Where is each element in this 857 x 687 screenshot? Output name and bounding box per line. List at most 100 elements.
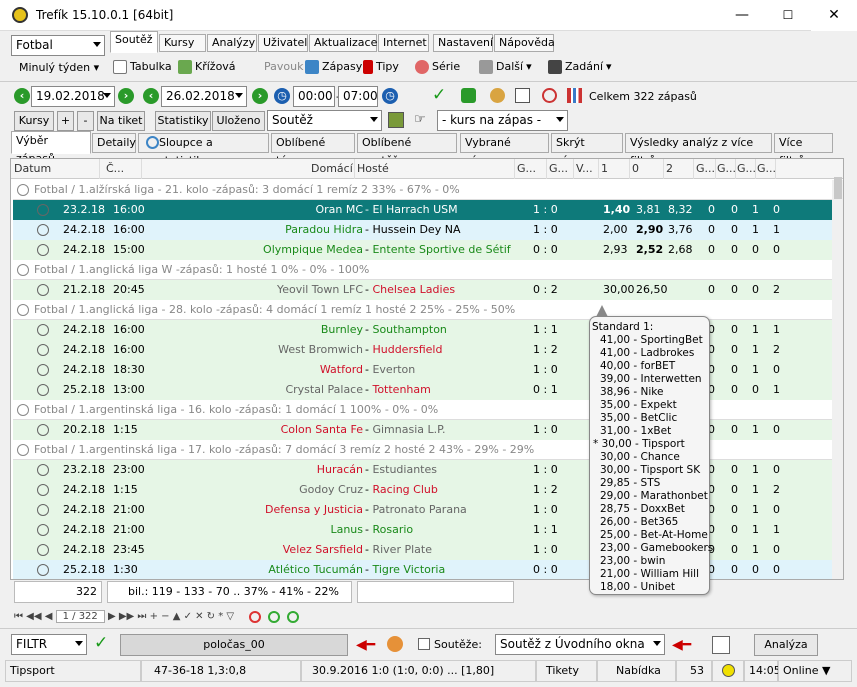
collapse-icon[interactable]: [17, 304, 29, 316]
arrow-circle-icon[interactable]: [37, 244, 49, 256]
ulozeno-button[interactable]: Uloženo: [212, 111, 265, 131]
group-row[interactable]: Fotbal / 1.anglická liga W -zápasů: 1 ho…: [13, 260, 833, 280]
time-from-field[interactable]: 00:00: [293, 86, 335, 107]
arrow-circle-icon[interactable]: [37, 464, 49, 476]
menu-tab-7[interactable]: Nápověda: [494, 34, 555, 52]
date-to-field[interactable]: 26.02.2018: [161, 86, 247, 107]
arrow-circle-icon[interactable]: [37, 224, 49, 236]
group-row[interactable]: Fotbal / 1.argentinská liga - 16. kolo -…: [13, 400, 833, 420]
arrow-circle-icon[interactable]: [37, 364, 49, 376]
view-tab-8[interactable]: Více filtrů: [774, 133, 833, 167]
match-row[interactable]: 24.2.18 15:00 Olympique Medea - Entente Spo…: [13, 240, 833, 260]
arrow-circle-icon[interactable]: [37, 484, 49, 496]
kursy-button[interactable]: Kursy: [14, 111, 54, 131]
col-g2[interactable]: G...: [549, 162, 568, 175]
prev-date-icon[interactable]: ‹: [14, 88, 30, 104]
souteze-checkbox[interactable]: [418, 638, 430, 650]
col-g6[interactable]: G...: [757, 162, 776, 175]
status-nabidka[interactable]: Nabídka: [597, 660, 676, 682]
apply-check-icon[interactable]: ✓: [94, 633, 108, 653]
maximize-button[interactable]: ☐: [765, 0, 811, 31]
group-row[interactable]: Fotbal / 1.argentinská liga - 17. kolo -…: [13, 440, 833, 460]
match-row[interactable]: 24.2.18 1:15 Godoy Cruz - Racing Club 1 : 2 0…: [13, 480, 833, 500]
plus-button[interactable]: +: [57, 111, 74, 131]
match-row[interactable]: 21.2.18 20:45 Yeovil Town LFC - Chelsea Lad…: [13, 280, 833, 300]
match-row[interactable]: 23.2.18 23:00 Huracán - Estudiantes 1 : 0 0 0 1…: [13, 460, 833, 480]
arrow-circle-icon[interactable]: [37, 284, 49, 296]
match-row[interactable]: 24.2.18 21:00 Defensa y Justicia - Patronat…: [13, 500, 833, 520]
time-toggle-icon[interactable]: ◷: [274, 88, 290, 104]
krizova-button[interactable]: Křížová: [178, 57, 236, 77]
arrow-circle-icon[interactable]: [37, 344, 49, 356]
view-tab-3[interactable]: Oblíbené týmy: [271, 133, 355, 167]
chart-icon[interactable]: [567, 88, 582, 103]
date-from-field[interactable]: 19.02.2018: [31, 86, 115, 107]
settings-icon[interactable]: [712, 636, 730, 654]
view-tab-0[interactable]: Výběr zápasů: [11, 131, 91, 165]
collapse-icon[interactable]: [17, 444, 29, 456]
refresh-red-icon[interactable]: [249, 611, 261, 623]
refresh-green2-icon[interactable]: [287, 611, 299, 623]
menu-tab-5[interactable]: Internet: [378, 34, 429, 52]
menu-tab-0[interactable]: Soutěž: [110, 31, 158, 53]
group-row[interactable]: Fotbal / 1.alžírská liga - 21. kolo -záp…: [13, 180, 833, 200]
excel-icon[interactable]: [461, 88, 476, 103]
filter-select[interactable]: FILTR: [11, 634, 87, 655]
match-row[interactable]: 24.2.18 16:00 Burnley - Southampton 1 : 1001…: [13, 320, 833, 340]
time-apply-icon[interactable]: ◷: [382, 88, 398, 104]
status-online[interactable]: Online ▼: [778, 660, 852, 682]
collapse-icon[interactable]: [17, 264, 29, 276]
arrow-circle-icon[interactable]: [37, 204, 49, 216]
checklist-icon[interactable]: [515, 88, 530, 103]
period-dropdown[interactable]: Minulý týden ▾: [19, 61, 99, 74]
status-tipsport[interactable]: Tipsport: [5, 660, 141, 682]
arrow-circle-icon[interactable]: [37, 564, 49, 576]
col-o1[interactable]: 1: [601, 162, 608, 175]
vertical-scrollbar[interactable]: [832, 180, 843, 579]
analyza-button[interactable]: Analýza: [754, 634, 818, 656]
arrow-circle-icon[interactable]: [37, 524, 49, 536]
col-o0[interactable]: 0: [632, 162, 639, 175]
match-row[interactable]: 24.2.18 16:00 Paradou Hidra - Hussein Dey N…: [13, 220, 833, 240]
minus-button[interactable]: -: [77, 111, 94, 131]
match-row[interactable]: 24.2.18 21:00 Lanus - Rosario 1 : 10011: [13, 520, 833, 540]
view-tab-6[interactable]: Skrýt zápasy: [551, 133, 623, 167]
col-datum[interactable]: Datum: [14, 162, 51, 175]
view-tab-1[interactable]: Detaily: [92, 133, 136, 153]
col-g3[interactable]: G...: [696, 162, 715, 175]
match-row[interactable]: 24.2.18 16:00 West Bromwich - Huddersfield 1…: [13, 340, 833, 360]
col-v[interactable]: V...: [576, 162, 593, 175]
col-domaci[interactable]: Domácí: [311, 162, 353, 175]
menu-tab-6[interactable]: Nastavení: [433, 34, 493, 52]
time-to-field[interactable]: 07:00: [338, 86, 378, 107]
col-o2[interactable]: 2: [666, 162, 673, 175]
arrow-circle-icon[interactable]: [37, 424, 49, 436]
prev-date-to-icon[interactable]: ‹: [143, 88, 159, 104]
match-row[interactable]: 25.2.18 1:30 Atlético Tucumán - Tigre Victo…: [13, 560, 833, 579]
zadani-button[interactable]: Zadání ▾: [548, 57, 612, 77]
match-row[interactable]: 20.2.18 1:15 Colon Santa Fe - Gimnasia L.P.…: [13, 420, 833, 440]
tabulka-button[interactable]: Tabulka: [113, 57, 172, 77]
pavouk-button[interactable]: Pavouk: [264, 57, 303, 77]
zapasy-button[interactable]: Zápasy: [305, 57, 362, 77]
menu-tab-4[interactable]: Aktualizace: [309, 34, 377, 52]
search-icon[interactable]: [542, 88, 557, 103]
record-navigator[interactable]: ⏮ ◀◀ ◀ 1 / 322 ▶ ▶▶ ⏭ + − ▲ ✓ ✕ ↻ * ▽: [14, 610, 234, 623]
dalsi-button[interactable]: Další ▾: [479, 57, 532, 77]
serie-button[interactable]: Série: [415, 57, 460, 77]
na-tiket-button[interactable]: Na tiket: [97, 111, 145, 131]
col-hoste[interactable]: Hosté: [357, 162, 389, 175]
arrow-circle-icon[interactable]: [37, 384, 49, 396]
next-date-to-icon[interactable]: ›: [252, 88, 268, 104]
close-button[interactable]: ✕: [811, 0, 857, 31]
status-tikety[interactable]: Tikety: [536, 660, 597, 682]
match-row[interactable]: 24.2.18 18:30 Watford - Everton 1 : 00010: [13, 360, 833, 380]
view-tab-7[interactable]: Výsledky analýz z více filtrů: [625, 133, 772, 167]
save-icon[interactable]: [388, 112, 404, 128]
soutez-select[interactable]: Soutěž: [267, 110, 382, 131]
hand-icon[interactable]: [490, 88, 505, 103]
next-date-icon[interactable]: ›: [118, 88, 134, 104]
sport-select[interactable]: Fotbal: [11, 35, 105, 56]
match-row[interactable]: 23.2.18 16:00 Oran MC - El Harrach USM 1 : 0…: [13, 200, 833, 220]
collapse-icon[interactable]: [17, 404, 29, 416]
